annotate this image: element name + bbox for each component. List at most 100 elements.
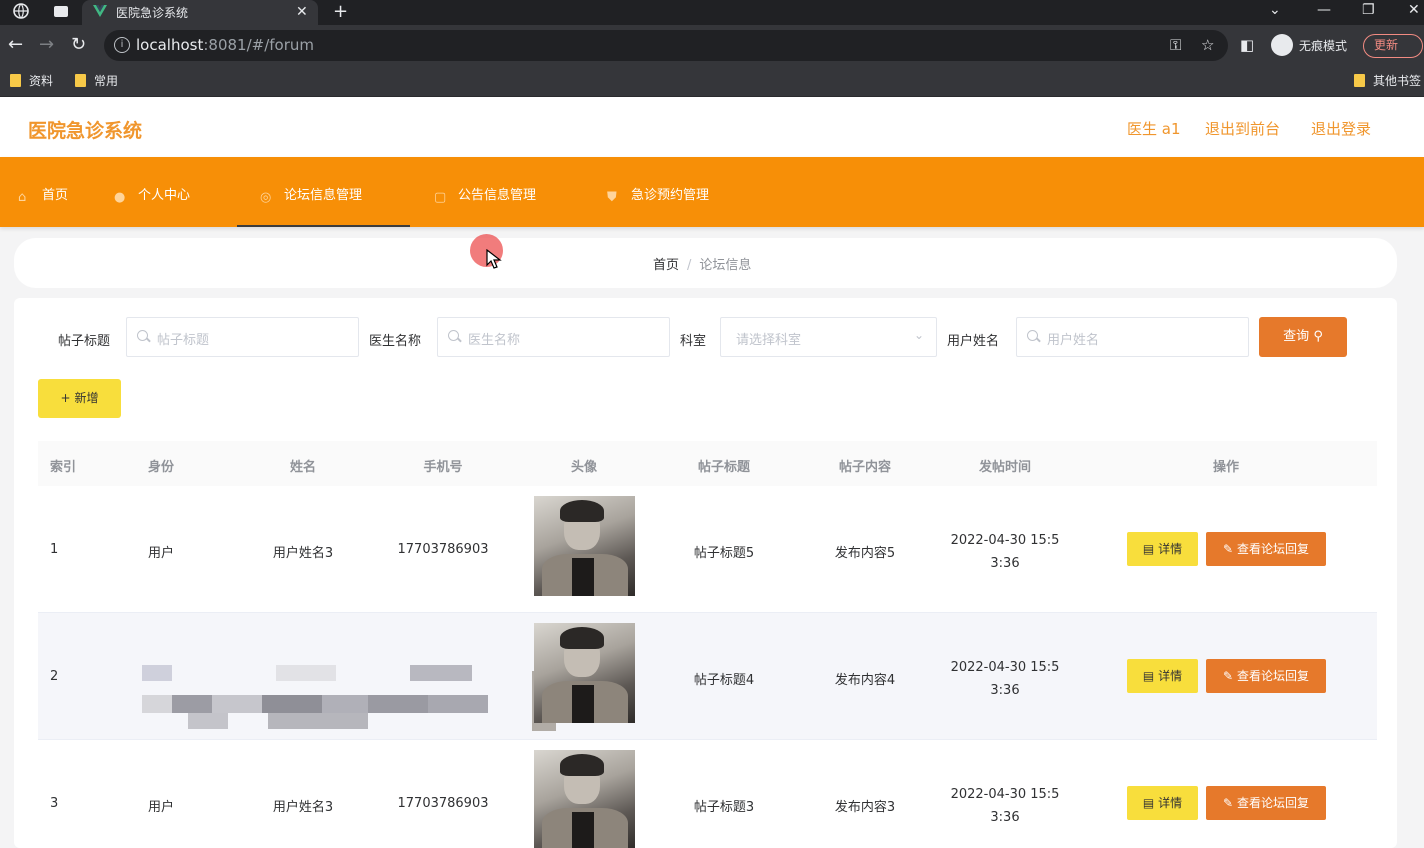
cell-role: 用户 [147,546,175,561]
cell-phone: 17703786903 [397,542,489,557]
table-row: 1 用户 用户姓名3 17703786903 帖子标题5 发布内容5 2022-… [38,486,1377,613]
site-info-icon[interactable]: i [114,37,130,53]
tab-search-icon[interactable]: ⌄ [1269,0,1281,25]
cell-post-title: 帖子标题4 [693,673,755,688]
table-row: 3 用户 用户姓名3 17703786903 帖子标题3 发布内容3 2022-… [38,740,1377,848]
bookmark-folder-2[interactable]: 常用 [75,72,118,90]
cell-name: 用户姓名3 [272,546,334,561]
breadcrumb-card: 首页 / 论坛信息 [14,238,1397,288]
folder-icon [1354,74,1365,87]
cell-index: 1 [50,542,59,557]
address-bar[interactable]: i localhost:8081/#/forum ⚿ ☆ [104,30,1228,61]
browser-tab-strip: 医院急诊系统 ✕ + ⌄ — ❐ ✕ [0,0,1424,25]
th-name: 姓名 [289,460,317,475]
tab-page-icon[interactable] [52,4,70,20]
folder-icon [10,74,21,87]
window-close-icon[interactable]: ✕ [1408,0,1420,25]
user-name-label: 用户姓名 [947,334,1000,349]
main-menu: ⌂ 首页 ● 个人中心 ◎ 论坛信息管理 ▢ 公告信息管理 ⛊ 急诊预约管理 [0,157,1424,227]
globe-icon[interactable] [12,3,30,21]
other-bookmarks[interactable]: 其他书签 [1354,72,1421,90]
edit-icon: ✎ [1223,796,1234,810]
view-replies-button[interactable]: ✎ 查看论坛回复 [1206,532,1326,566]
view-replies-button[interactable]: ✎ 查看论坛回复 [1206,786,1326,820]
restore-icon[interactable]: ❐ [1362,0,1375,25]
new-tab-icon[interactable]: + [333,1,348,23]
bookmarks-bar: 资料 常用 其他书签 [0,66,1424,97]
breadcrumb: 首页 / 论坛信息 [653,254,751,273]
cell-post-time: 2022-04-30 15:5 3:36 [950,787,1060,825]
menu-home[interactable]: ⌂ 首页 [18,157,68,227]
home-icon: ⌂ [18,190,27,205]
bookmark-star-icon[interactable]: ☆ [1201,36,1214,54]
edit-icon: ✎ [1223,669,1234,683]
cell-phone: 17703786903 [397,796,489,811]
add-button[interactable]: + 新增 [38,379,121,418]
edit-icon: ✎ [1223,542,1234,556]
detail-button[interactable]: ▤ 详情 [1127,532,1198,566]
forward-icon[interactable]: → [39,35,54,55]
url-text: localhost:8081/#/forum [136,36,314,54]
avatar [534,750,635,848]
app-header: 医院急诊系统 医生 a1 退出到前台 退出登录 [0,97,1424,157]
folder-icon [75,74,86,87]
th-post-time: 发帖时间 [978,460,1032,475]
tab-close-icon[interactable]: ✕ [296,3,308,21]
post-title-placeholder: 帖子标题 [157,333,210,348]
back-icon[interactable]: ← [8,35,23,55]
key-icon[interactable]: ⚿ [1170,36,1181,54]
th-index: 索引 [50,460,77,475]
th-phone: 手机号 [423,460,463,475]
th-post-content: 帖子内容 [838,460,892,475]
menu-forum[interactable]: ◎ 论坛信息管理 [237,157,410,227]
cell-index: 3 [50,796,59,811]
detail-button[interactable]: ▤ 详情 [1127,659,1198,693]
menu-profile[interactable]: ● 个人中心 [114,157,190,227]
update-button[interactable]: 更新 [1363,34,1423,58]
breadcrumb-separator: / [687,258,692,273]
cell-post-content: 发布内容4 [834,673,896,688]
incognito-label: 无痕模式 [1299,39,1348,53]
cell-post-title: 帖子标题5 [693,546,755,561]
menu-appointment[interactable]: ⛊ 急诊预约管理 [607,157,709,227]
breadcrumb-home[interactable]: 首页 [653,258,679,273]
cell-role: 用户 [147,800,175,815]
search-icon [137,330,148,341]
doctor-input[interactable]: 医生名称 [437,317,670,357]
post-title-input[interactable]: 帖子标题 [126,317,359,357]
notice-icon: ▢ [434,190,447,205]
vue-logo-icon [93,5,107,17]
avatar [534,623,635,723]
menu-notice[interactable]: ▢ 公告信息管理 [434,157,536,227]
table-header: 索引 身份 姓名 手机号 头像 帖子标题 帖子内容 发帖时间 操作 [38,441,1377,486]
query-button[interactable]: 查询 ⚲ [1259,317,1347,357]
side-panel-icon[interactable]: ◧ [1240,35,1254,55]
bookmark-folder-1[interactable]: 资料 [10,72,53,90]
shield-icon: ⛊ [607,190,617,205]
user-name-input[interactable]: 用户姓名 [1016,317,1249,357]
search-icon: ⚲ [1313,329,1323,344]
user-name-placeholder: 用户姓名 [1047,333,1100,348]
th-post-title: 帖子标题 [697,460,751,475]
th-avatar: 头像 [570,460,598,475]
dept-select[interactable]: 请选择科室 ⌄ [720,317,937,357]
back-to-front-link[interactable]: 退出到前台 [1205,118,1280,139]
address-toolbar: ← → ↻ i localhost:8081/#/forum ⚿ ☆ ◧ 无痕模… [0,25,1424,66]
search-icon [448,330,459,341]
breadcrumb-current: 论坛信息 [699,258,752,273]
th-actions: 操作 [1212,460,1240,475]
avatar [534,496,635,596]
document-icon: ▤ [1142,796,1155,810]
reload-icon[interactable]: ↻ [71,35,86,55]
detail-button[interactable]: ▤ 详情 [1127,786,1198,820]
mouse-cursor-icon [486,249,502,269]
cell-post-content: 发布内容3 [834,800,896,815]
cell-index: 2 [50,669,59,684]
view-replies-button[interactable]: ✎ 查看论坛回复 [1206,659,1326,693]
logout-link[interactable]: 退出登录 [1311,118,1371,139]
browser-tab-active[interactable]: 医院急诊系统 ✕ [82,0,318,25]
cell-name: 用户姓名3 [272,800,334,815]
minimize-icon[interactable]: — [1317,0,1331,25]
doctor-label: 医生名称 [369,334,422,349]
table-row: 2 帖子标题4 发布内容4 2022-04-30 15:5 3:36 ▤ 详情 ✎… [38,613,1377,740]
